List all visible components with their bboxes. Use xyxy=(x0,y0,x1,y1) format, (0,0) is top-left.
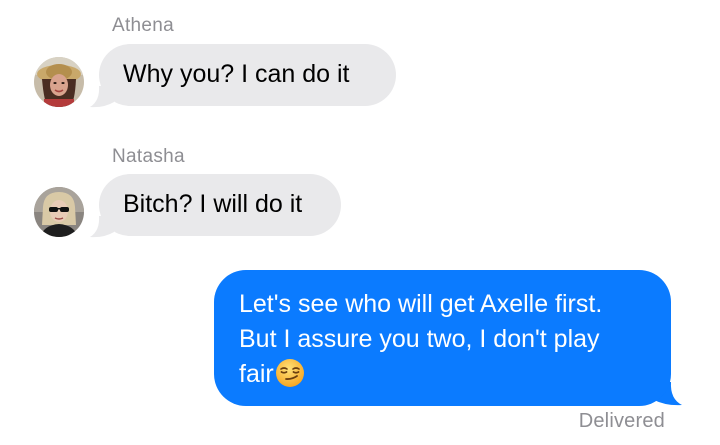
smirking-face-emoji-icon xyxy=(275,359,304,387)
sender-name: Natasha xyxy=(112,146,185,167)
delivery-status: Delivered xyxy=(578,410,665,432)
contact-avatar-athena[interactable] xyxy=(34,57,84,107)
avatar-photo-athena xyxy=(34,57,84,107)
message-text: Bitch? I will do it xyxy=(123,190,303,218)
incoming-message-bubble[interactable]: Why you? I can do it xyxy=(99,44,396,106)
sender-name: Athena xyxy=(112,15,175,36)
incoming-message-bubble[interactable]: Bitch? I will do it xyxy=(99,174,341,236)
message-text-line: But I assure you two, I don't play xyxy=(239,325,600,353)
message-text-line: Let's see who will get Axelle first. xyxy=(239,290,603,318)
outgoing-message-bubble[interactable]: Let's see who will get Axelle first. But… xyxy=(214,270,671,406)
message-text: Why you? I can do it xyxy=(123,60,350,88)
message-text-line: fair xyxy=(239,360,274,388)
message-text-line-last: fair xyxy=(239,357,647,392)
contact-avatar-natasha[interactable] xyxy=(34,187,84,237)
avatar-photo-natasha xyxy=(34,187,84,237)
